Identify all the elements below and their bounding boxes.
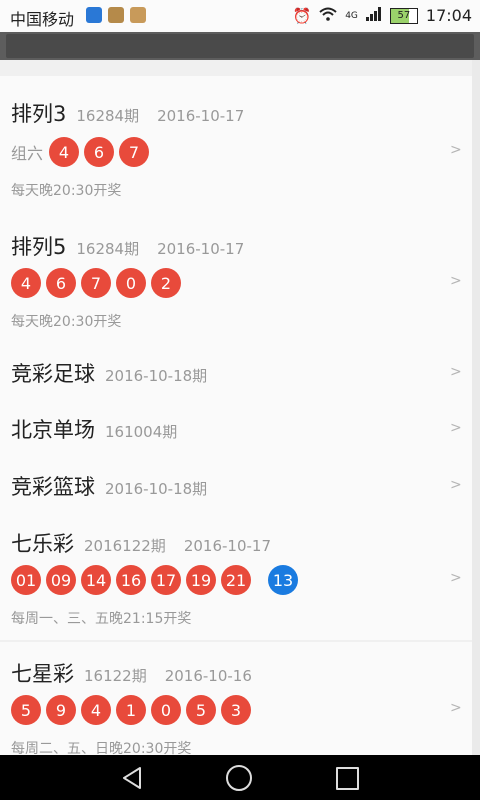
lottery-row-beijing-single[interactable]: 北京单场 161004期 > <box>0 406 472 456</box>
number-ball: 7 <box>81 268 111 298</box>
recent-apps-icon[interactable] <box>336 767 359 790</box>
number-ball: 16 <box>116 565 146 595</box>
number-ball: 2 <box>151 268 181 298</box>
signal-icon <box>365 6 382 25</box>
app-notification-icon <box>130 7 146 23</box>
lottery-name: 排列5 <box>11 235 67 259</box>
battery-icon: 57 <box>389 7 418 24</box>
navigation-bar <box>0 755 480 800</box>
lottery-row-qilecai[interactable]: 七乐彩 2016122期 2016-10-17 01 09 14 16 17 1… <box>0 520 472 640</box>
number-ball: 01 <box>11 565 41 595</box>
lottery-issue: 161004期 <box>105 423 178 441</box>
top-toolbar <box>0 32 480 60</box>
number-ball: 9 <box>46 695 76 725</box>
battery-level: 57 <box>397 10 411 21</box>
number-ball: 17 <box>151 565 181 595</box>
scrollbar[interactable] <box>472 60 480 755</box>
lottery-issue: 16284期 <box>76 107 140 125</box>
lottery-issue: 2016-10-18期 <box>105 480 208 498</box>
lottery-list[interactable]: 排列3 16284期 2016-10-17 组六 4 6 7 每天晚20:30开… <box>0 60 472 755</box>
chevron-right-icon: > <box>450 364 462 380</box>
number-ball: 7 <box>119 137 150 167</box>
number-ball: 09 <box>46 565 76 595</box>
home-icon[interactable] <box>226 765 252 791</box>
number-ball: 0 <box>116 268 146 298</box>
number-ball: 19 <box>186 565 216 595</box>
lottery-date: 2016-10-16 <box>164 667 252 685</box>
status-time: 17:04 <box>425 6 472 25</box>
lottery-prefix: 组六 <box>11 144 44 163</box>
chevron-right-icon: > <box>450 420 462 436</box>
draw-schedule: 每周二、五、日晚20:30开奖 <box>11 741 192 755</box>
lottery-row-jingcai-basketball[interactable]: 竞彩篮球 2016-10-18期 > <box>0 463 472 513</box>
number-ball: 0 <box>151 695 181 725</box>
number-ball: 4 <box>11 268 41 298</box>
lottery-issue: 16284期 <box>76 240 140 258</box>
lottery-date: 2016-10-17 <box>183 537 271 555</box>
lottery-name: 竞彩足球 <box>11 362 95 386</box>
number-ball: 21 <box>221 565 251 595</box>
lottery-name: 七星彩 <box>11 662 74 686</box>
carrier-label: 中国移动 <box>10 10 75 29</box>
lottery-row-jingcai-football[interactable]: 竞彩足球 2016-10-18期 > <box>0 350 472 400</box>
number-ball: 4 <box>81 695 111 725</box>
chevron-right-icon: > <box>450 700 462 716</box>
number-ball: 5 <box>11 695 41 725</box>
chevron-right-icon: > <box>450 570 462 586</box>
chevron-right-icon: > <box>450 273 462 289</box>
network-type-label: 4G <box>345 10 358 21</box>
lottery-name: 竞彩篮球 <box>11 475 95 499</box>
status-bar: 中国移动 ⏰ 4G 57 17:04 <box>0 0 480 32</box>
special-ball: 13 <box>268 565 298 595</box>
lottery-name: 排列3 <box>11 102 67 126</box>
app-notification-icon <box>108 7 124 23</box>
number-ball: 3 <box>221 695 251 725</box>
draw-schedule: 每天晚20:30开奖 <box>11 183 122 199</box>
back-icon[interactable] <box>121 766 145 794</box>
lottery-issue: 16122期 <box>84 667 147 685</box>
number-ball: 4 <box>49 137 80 167</box>
lottery-name: 北京单场 <box>11 418 95 442</box>
lottery-row-qixingcai[interactable]: 七星彩 16122期 2016-10-16 5 9 4 1 0 5 3 每周二、… <box>0 650 472 755</box>
number-ball: 6 <box>46 268 76 298</box>
draw-schedule: 每周一、三、五晚21:15开奖 <box>11 611 192 627</box>
wifi-icon <box>319 7 337 25</box>
number-ball: 1 <box>116 695 146 725</box>
lottery-row-pailie5[interactable]: 排列5 16284期 2016-10-17 4 6 7 0 2 每天晚20:30… <box>0 223 472 343</box>
lottery-date: 2016-10-17 <box>157 107 245 125</box>
lottery-name: 七乐彩 <box>11 532 74 556</box>
lottery-issue: 2016122期 <box>84 537 166 555</box>
lottery-row-pailie3[interactable]: 排列3 16284期 2016-10-17 组六 4 6 7 每天晚20:30开… <box>0 90 472 210</box>
alarm-icon: ⏰ <box>292 6 312 25</box>
number-ball: 5 <box>186 695 216 725</box>
draw-schedule: 每天晚20:30开奖 <box>11 314 122 330</box>
number-ball: 6 <box>84 137 115 167</box>
app-notification-icon <box>86 7 102 23</box>
chevron-right-icon: > <box>450 477 462 493</box>
lottery-date: 2016-10-17 <box>157 240 245 258</box>
lottery-issue: 2016-10-18期 <box>105 367 208 385</box>
chevron-right-icon: > <box>450 142 462 158</box>
number-ball: 14 <box>81 565 111 595</box>
